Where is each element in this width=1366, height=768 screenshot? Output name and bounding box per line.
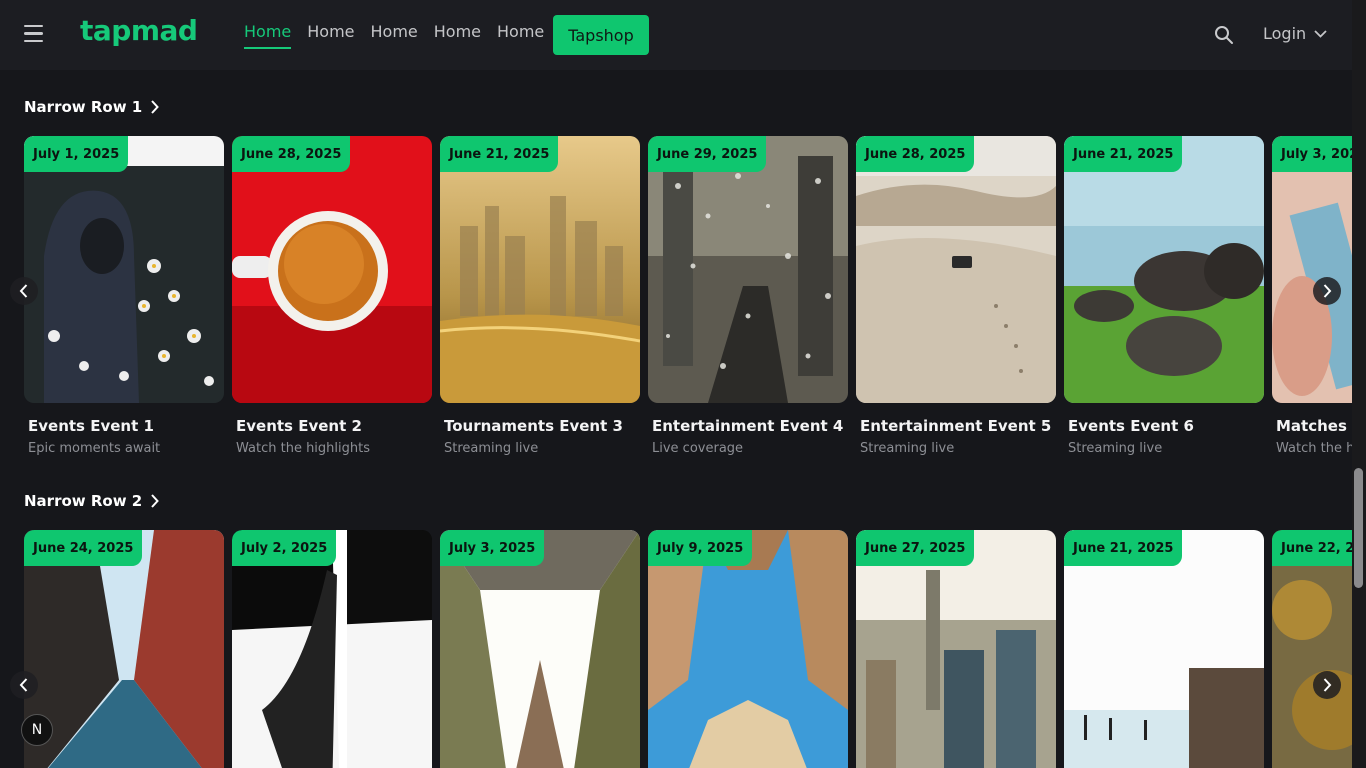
date-badge: July 3, 2025: [1272, 136, 1352, 172]
content-card[interactable]: July 2, 2025: [232, 530, 432, 768]
row-title-2[interactable]: Narrow Row 2: [24, 492, 160, 510]
date-badge: June 29, 2025: [648, 136, 767, 172]
chevron-right-icon: [1323, 284, 1332, 298]
content-card[interactable]: June 21, 2025: [1064, 530, 1264, 768]
nav-item-home[interactable]: Home: [307, 22, 354, 49]
tapshop-button[interactable]: Tapshop: [553, 15, 649, 55]
carousel-next-button[interactable]: [1313, 671, 1341, 699]
content-card[interactable]: July 9, 2025: [648, 530, 848, 768]
card-subtitle: Watch the highlights: [236, 441, 370, 456]
content-card[interactable]: June 27, 2025: [856, 530, 1056, 768]
date-badge: June 24, 2025: [24, 530, 143, 566]
card-thumbnail: July 2, 2025: [232, 530, 432, 768]
card-subtitle: Streaming live: [444, 441, 539, 456]
chevron-right-icon: [1323, 678, 1332, 692]
card-thumbnail: June 29, 2025: [648, 136, 848, 403]
date-badge: June 21, 2025: [440, 136, 559, 172]
chevron-right-icon: [151, 100, 160, 114]
row-title-1[interactable]: Narrow Row 1: [24, 98, 160, 116]
date-badge: July 1, 2025: [24, 136, 129, 172]
date-badge: June 22, 2025: [1272, 530, 1352, 566]
nav-item-home-active[interactable]: Home: [244, 22, 292, 49]
carousel-row-2: June 24, 2025 July 2, 2025 July 3, 2025 …: [24, 530, 1352, 768]
carousel-next-button[interactable]: [1313, 277, 1341, 305]
date-badge: July 2, 2025: [232, 530, 337, 566]
content-card[interactable]: June 29, 2025 Entertainment Event 4 Live…: [648, 136, 848, 456]
date-badge: July 9, 2025: [648, 530, 753, 566]
chevron-left-icon: [19, 678, 28, 692]
login-dropdown[interactable]: Login: [1263, 24, 1327, 43]
date-badge: June 21, 2025: [1064, 530, 1183, 566]
row-title-label: Narrow Row 1: [24, 98, 143, 116]
date-badge: June 28, 2025: [232, 136, 351, 172]
nav-item-home[interactable]: Home: [434, 22, 481, 49]
content-card[interactable]: July 1, 2025 Events Event 1 Epic moments…: [24, 136, 224, 456]
page-scrollbar[interactable]: [1352, 0, 1366, 768]
card-thumbnail: June 24, 2025: [24, 530, 224, 768]
card-title: Entertainment Event 5: [860, 417, 1052, 435]
card-thumbnail: July 3, 2025: [440, 530, 640, 768]
card-title: Events Event 6: [1068, 417, 1194, 435]
login-label: Login: [1263, 24, 1307, 43]
card-title: Events Event 1: [28, 417, 154, 435]
hamburger-menu-icon[interactable]: [24, 25, 44, 43]
chevron-left-icon: [19, 284, 28, 298]
card-subtitle: Streaming live: [1068, 441, 1163, 456]
content-card[interactable]: June 21, 2025 Tournaments Event 3 Stream…: [440, 136, 640, 456]
chevron-right-icon: [151, 494, 160, 508]
scrollbar-thumb[interactable]: [1354, 468, 1363, 588]
carousel-prev-button[interactable]: [10, 671, 38, 699]
card-thumbnail: July 3, 2025: [1272, 136, 1352, 403]
content-card[interactable]: June 21, 2025 Events Event 6 Streaming l…: [1064, 136, 1264, 456]
tapmad-logo[interactable]: tapmad: [80, 14, 198, 47]
card-thumbnail: June 22, 2025: [1272, 530, 1352, 768]
carousel-prev-button[interactable]: [10, 277, 38, 305]
top-header: tapmad Home Home Home Home Home Tapshop …: [0, 0, 1352, 70]
nav-item-home[interactable]: Home: [371, 22, 418, 49]
content-card[interactable]: June 28, 2025 Events Event 2 Watch the h…: [232, 136, 432, 456]
card-thumbnail: June 21, 2025: [1064, 136, 1264, 403]
floating-n-badge[interactable]: N: [21, 714, 53, 746]
date-badge: June 28, 2025: [856, 136, 975, 172]
content-card[interactable]: July 3, 2025: [440, 530, 640, 768]
content-card[interactable]: June 28, 2025 Entertainment Event 5 Stre…: [856, 136, 1056, 456]
row-title-label: Narrow Row 2: [24, 492, 143, 510]
main-nav: Home Home Home Home Home: [244, 22, 544, 49]
card-title: Entertainment Event 4: [652, 417, 844, 435]
card-subtitle: Streaming live: [860, 441, 955, 456]
card-thumbnail: June 21, 2025: [440, 136, 640, 403]
chevron-down-icon: [1314, 29, 1327, 38]
search-icon[interactable]: [1214, 25, 1234, 45]
card-title: Matches Event 7: [1276, 417, 1352, 435]
nav-item-home[interactable]: Home: [497, 22, 544, 49]
content-card[interactable]: June 22, 2025: [1272, 530, 1352, 768]
date-badge: July 3, 2025: [440, 530, 545, 566]
card-subtitle: Live coverage: [652, 441, 744, 456]
card-title: Tournaments Event 3: [444, 417, 623, 435]
card-thumbnail: June 28, 2025: [856, 136, 1056, 403]
date-badge: June 21, 2025: [1064, 136, 1183, 172]
card-thumbnail: June 28, 2025: [232, 136, 432, 403]
carousel-row-1: July 1, 2025 Events Event 1 Epic moments…: [24, 136, 1352, 466]
card-title: Events Event 2: [236, 417, 362, 435]
date-badge: June 27, 2025: [856, 530, 975, 566]
card-subtitle: Watch the highlights: [1276, 441, 1352, 456]
card-thumbnail: July 1, 2025: [24, 136, 224, 403]
content-card[interactable]: June 24, 2025: [24, 530, 224, 768]
card-thumbnail: June 27, 2025: [856, 530, 1056, 768]
card-thumbnail: July 9, 2025: [648, 530, 848, 768]
card-subtitle: Epic moments await: [28, 441, 161, 456]
card-thumbnail: June 21, 2025: [1064, 530, 1264, 768]
